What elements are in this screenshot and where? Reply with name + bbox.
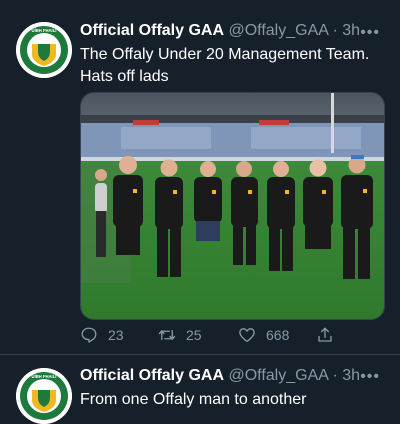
tweet-text: From one Offaly man to another [80,391,307,408]
svg-text:UÍBH FHAILÍ: UÍBH FHAILÍ [32,28,58,33]
svg-text:UÍBH FHAILÍ: UÍBH FHAILÍ [32,374,58,379]
tweet-header: Official Offaly GAA @Offaly_GAA · 3h [80,367,360,389]
reply-button[interactable]: 23 [80,326,124,344]
share-icon [318,327,332,342]
tweet[interactable]: UÍBH FHAILÍ Official Offaly GAA @Offaly_… [0,356,400,424]
retweet-count: 25 [186,327,202,343]
more-options-icon[interactable]: ••• [360,24,380,42]
author-name[interactable]: Official Offaly GAA [80,367,224,384]
reply-icon [81,327,97,343]
like-count: 668 [266,327,290,343]
retweet-button[interactable]: 25 [158,326,202,344]
tweet-header: Official Offaly GAA @Offaly_GAA · 3h [80,22,360,44]
offaly-crest-icon: UÍBH FHAILÍ [16,22,72,78]
tweet[interactable]: UÍBH FHAILÍ Official Offaly GAA @Offaly_… [0,0,400,355]
more-options-icon[interactable]: ••• [360,368,380,386]
offaly-crest-icon: UÍBH FHAILÍ [16,368,72,424]
tweet-actions: 23 25 668 [80,326,380,346]
time-separator: · [328,22,343,39]
reply-count: 23 [108,327,124,343]
tweet-divider [0,354,400,355]
tweet-time[interactable]: 3h [342,367,360,384]
avatar[interactable]: UÍBH FHAILÍ [16,22,72,78]
team-photo [81,93,384,319]
avatar[interactable]: UÍBH FHAILÍ [16,368,72,424]
retweet-icon [158,329,176,341]
like-button[interactable]: 668 [238,326,289,344]
heart-icon [239,328,255,343]
author-name[interactable]: Official Offaly GAA [80,22,224,39]
tweet-photo[interactable] [80,92,385,320]
time-separator: · [328,367,343,384]
tweet-time[interactable]: 3h [342,22,360,39]
tweet-text: The Offaly Under 20 Management Team. Hat… [80,46,370,85]
author-handle[interactable]: @Offaly_GAA [228,367,328,384]
author-handle[interactable]: @Offaly_GAA [228,22,328,39]
share-button[interactable] [316,326,334,344]
